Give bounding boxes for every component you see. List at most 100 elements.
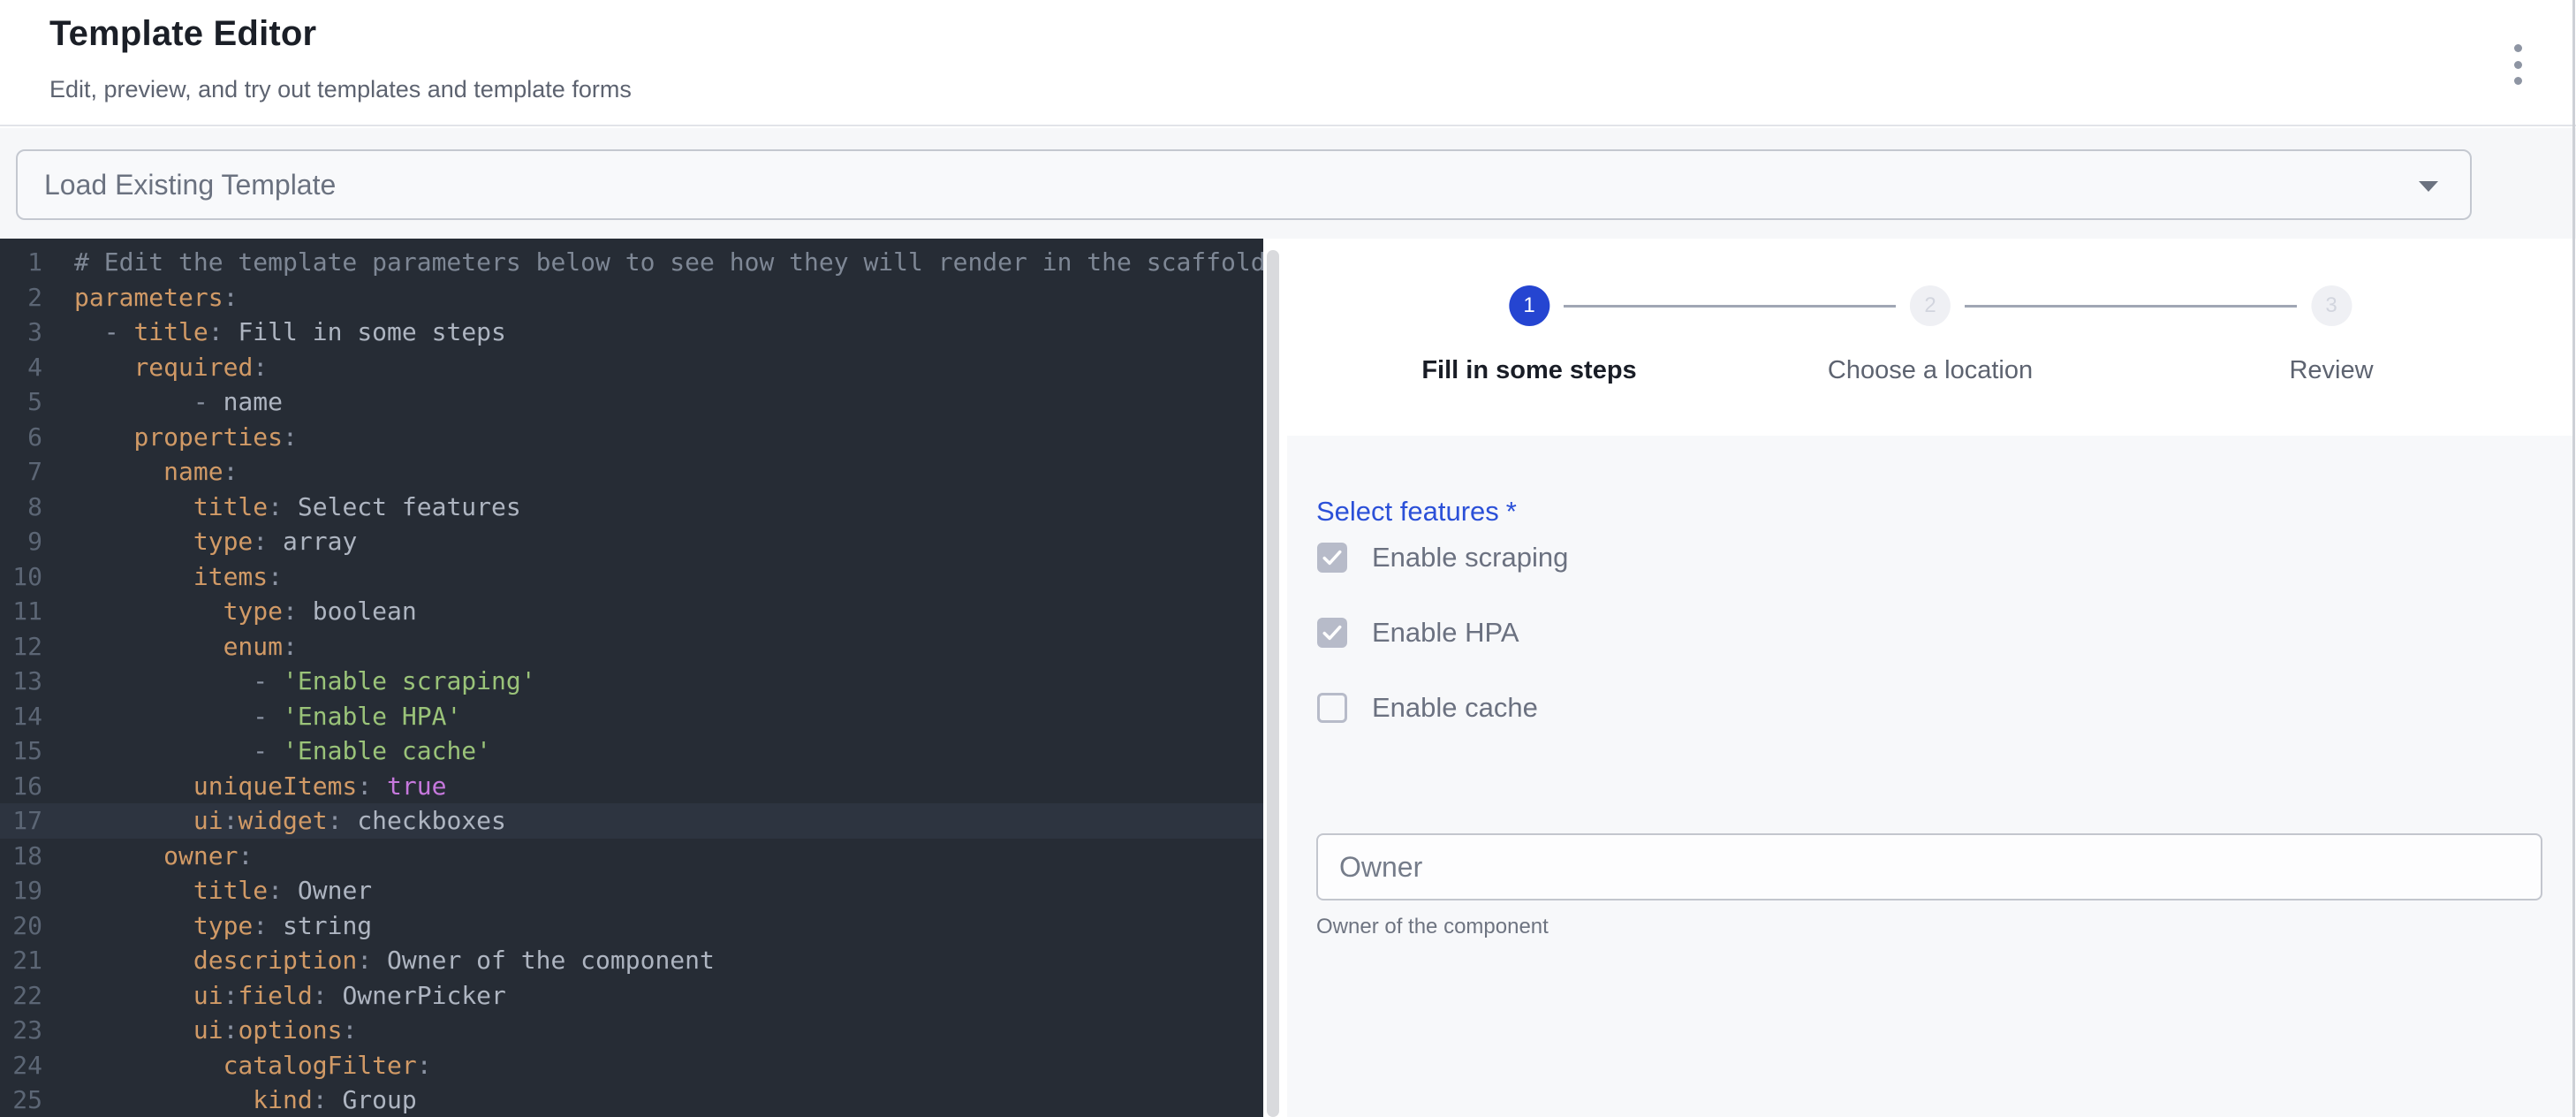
code-line[interactable]: 25 kind: Group bbox=[0, 1083, 1263, 1117]
code-line[interactable]: 18 owner: bbox=[0, 839, 1263, 874]
line-number: 12 bbox=[0, 629, 42, 665]
stepper-step-3[interactable]: 3 Review bbox=[2289, 285, 2373, 385]
owner-input[interactable] bbox=[1316, 833, 2542, 900]
editor-scrollbar[interactable] bbox=[1267, 250, 1279, 1117]
line-number: 15 bbox=[0, 733, 42, 769]
yaml-code-editor[interactable]: 1# Edit the template parameters below to… bbox=[0, 239, 1263, 1117]
code-text: owner: bbox=[42, 839, 253, 874]
code-text: items: bbox=[42, 559, 283, 595]
code-line[interactable]: 3 - title: Fill in some steps bbox=[0, 315, 1263, 350]
code-text: enum: bbox=[42, 629, 298, 665]
code-line[interactable]: 5 - name bbox=[0, 384, 1263, 420]
page-subtitle: Edit, preview, and try out templates and… bbox=[49, 76, 632, 103]
line-number: 23 bbox=[0, 1013, 42, 1048]
code-text: type: boolean bbox=[42, 594, 417, 629]
code-line[interactable]: 4 required: bbox=[0, 350, 1263, 385]
code-line[interactable]: 1# Edit the template parameters below to… bbox=[0, 245, 1263, 280]
code-line[interactable]: 24 catalogFilter: bbox=[0, 1048, 1263, 1083]
code-line[interactable]: 22 ui:field: OwnerPicker bbox=[0, 978, 1263, 1014]
code-text: ui:field: OwnerPicker bbox=[42, 978, 506, 1014]
stepper-step-2[interactable]: 2Choose a location bbox=[1828, 285, 2033, 385]
feature-checkbox-row[interactable]: Enable scraping bbox=[1317, 542, 1568, 574]
step-number-badge: 1 bbox=[1509, 285, 1549, 326]
step-label: Review bbox=[2289, 356, 2373, 385]
code-line[interactable]: 20 type: string bbox=[0, 908, 1263, 944]
page-title: Template Editor bbox=[49, 14, 316, 54]
code-line[interactable]: 13 - 'Enable scraping' bbox=[0, 664, 1263, 699]
code-text: title: Owner bbox=[42, 873, 372, 908]
line-number: 25 bbox=[0, 1083, 42, 1117]
feature-checkbox-row[interactable]: Enable cache bbox=[1317, 692, 1538, 724]
line-number: 21 bbox=[0, 943, 42, 978]
page-header: Template Editor Edit, preview, and try o… bbox=[0, 0, 2576, 126]
feature-checkbox-label: Enable cache bbox=[1372, 692, 1538, 724]
line-number: 10 bbox=[0, 559, 42, 595]
line-number: 8 bbox=[0, 490, 42, 525]
code-line[interactable]: 14 - 'Enable HPA' bbox=[0, 699, 1263, 734]
code-text: type: string bbox=[42, 908, 372, 944]
code-text: ui:widget: checkboxes bbox=[42, 803, 506, 839]
line-number: 20 bbox=[0, 908, 42, 944]
code-line[interactable]: 9 type: array bbox=[0, 524, 1263, 559]
line-number: 14 bbox=[0, 699, 42, 734]
code-line[interactable]: 8 title: Select features bbox=[0, 490, 1263, 525]
code-text: uniqueItems: true bbox=[42, 769, 446, 804]
step-number-badge: 2 bbox=[1910, 285, 1951, 326]
code-line[interactable]: 23 ui:options: bbox=[0, 1013, 1263, 1048]
line-number: 13 bbox=[0, 664, 42, 699]
code-text: - name bbox=[42, 384, 283, 420]
code-text: - 'Enable HPA' bbox=[42, 699, 461, 734]
owner-helper-text: Owner of the component bbox=[1316, 915, 1549, 939]
line-number: 4 bbox=[0, 350, 42, 385]
more-options-kebab-icon[interactable] bbox=[2507, 44, 2528, 85]
feature-checkbox-label: Enable scraping bbox=[1372, 542, 1568, 574]
checkbox-unchecked-icon[interactable] bbox=[1317, 693, 1347, 723]
code-line[interactable]: 11 type: boolean bbox=[0, 594, 1263, 629]
code-text: type: array bbox=[42, 524, 357, 559]
code-line[interactable]: 16 uniqueItems: true bbox=[0, 769, 1263, 804]
code-text: ui:options: bbox=[42, 1013, 357, 1048]
feature-checkbox-row[interactable]: Enable HPA bbox=[1317, 617, 1519, 649]
line-number: 17 bbox=[0, 803, 42, 839]
step-number-badge: 3 bbox=[2311, 285, 2352, 326]
code-line[interactable]: 6 properties: bbox=[0, 420, 1263, 455]
code-line[interactable]: 12 enum: bbox=[0, 629, 1263, 665]
load-existing-template-select[interactable]: Load Existing Template bbox=[16, 149, 2472, 220]
code-text: title: Select features bbox=[42, 490, 521, 525]
template-form-preview: Select features* Enable scraping Enable H… bbox=[1287, 436, 2572, 1117]
code-text: catalogFilter: bbox=[42, 1048, 432, 1083]
select-features-label: Select features* bbox=[1316, 496, 1517, 528]
code-line[interactable]: 10 items: bbox=[0, 559, 1263, 595]
line-number: 2 bbox=[0, 280, 42, 315]
template-editor-page: Template Editor Edit, preview, and try o… bbox=[0, 0, 2576, 1117]
code-text: description: Owner of the component bbox=[42, 943, 715, 978]
code-text: - 'Enable scraping' bbox=[42, 664, 536, 699]
code-line[interactable]: 19 title: Owner bbox=[0, 873, 1263, 908]
line-number: 6 bbox=[0, 420, 42, 455]
code-text: parameters: bbox=[42, 280, 238, 315]
line-number: 19 bbox=[0, 873, 42, 908]
line-number: 11 bbox=[0, 594, 42, 629]
chevron-down-icon bbox=[2419, 181, 2438, 192]
checkbox-checked-icon[interactable] bbox=[1317, 618, 1347, 648]
code-text: kind: Group bbox=[42, 1083, 417, 1117]
line-number: 18 bbox=[0, 839, 42, 874]
code-line[interactable]: 21 description: Owner of the component bbox=[0, 943, 1263, 978]
stepper: 1Fill in some steps 2Choose a location 3 Re… bbox=[1287, 239, 2572, 436]
load-existing-template-placeholder: Load Existing Template bbox=[44, 169, 336, 201]
code-line[interactable]: 7 name: bbox=[0, 454, 1263, 490]
code-line[interactable]: 17 ui:widget: checkboxes bbox=[0, 803, 1263, 839]
window-scrollbar-track bbox=[2572, 0, 2575, 1117]
required-marker: * bbox=[1506, 496, 1517, 527]
load-template-toolbar: Load Existing Template bbox=[0, 128, 2576, 239]
stepper-step-1[interactable]: 1Fill in some steps bbox=[1421, 285, 1636, 385]
line-number: 5 bbox=[0, 384, 42, 420]
code-text: required: bbox=[42, 350, 268, 385]
code-text: properties: bbox=[42, 420, 298, 455]
code-text: - title: Fill in some steps bbox=[42, 315, 506, 350]
feature-checkbox-label: Enable HPA bbox=[1372, 617, 1519, 649]
code-text: name: bbox=[42, 454, 238, 490]
code-line[interactable]: 2parameters: bbox=[0, 280, 1263, 315]
code-line[interactable]: 15 - 'Enable cache' bbox=[0, 733, 1263, 769]
checkbox-checked-icon[interactable] bbox=[1317, 543, 1347, 573]
